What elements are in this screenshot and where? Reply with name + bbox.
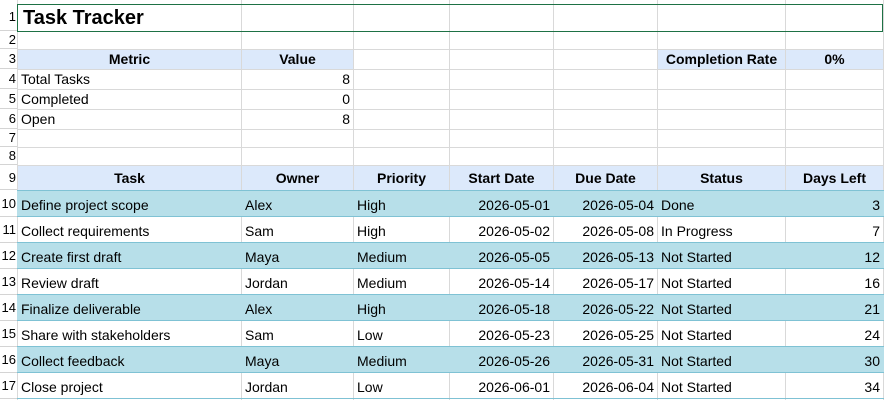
- task-cell[interactable]: Share with stakeholders: [18, 323, 241, 347]
- priority-cell[interactable]: High: [354, 297, 449, 321]
- column-header-due-date[interactable]: Due Date: [554, 166, 657, 190]
- priority-cell[interactable]: High: [354, 219, 449, 243]
- priority-cell[interactable]: Medium: [354, 271, 449, 295]
- row-header[interactable]: 6: [0, 109, 17, 129]
- days-left-cell[interactable]: 12: [786, 245, 883, 269]
- status-cell[interactable]: In Progress: [658, 219, 785, 243]
- task-cell[interactable]: Close project: [18, 375, 241, 399]
- days-left-cell[interactable]: 24: [786, 323, 883, 347]
- row-header[interactable]: 17: [0, 373, 17, 399]
- task-cell[interactable]: Finalize deliverable: [18, 297, 241, 321]
- start-date-cell[interactable]: 2026-05-18: [450, 297, 553, 321]
- summary-metric-header[interactable]: Metric: [18, 50, 241, 69]
- row-header[interactable]: 14: [0, 295, 17, 321]
- summary-metric-cell[interactable]: Completed: [18, 90, 241, 109]
- column-header-owner[interactable]: Owner: [242, 166, 353, 190]
- owner-cell[interactable]: Sam: [242, 323, 353, 347]
- priority-cell[interactable]: Medium: [354, 349, 449, 373]
- summary-value-header[interactable]: Value: [242, 50, 353, 69]
- due-date-cell[interactable]: 2026-05-04: [554, 193, 657, 217]
- due-date-cell[interactable]: 2026-05-17: [554, 271, 657, 295]
- status-cell[interactable]: Not Started: [658, 245, 785, 269]
- start-date-cell[interactable]: 2026-05-23: [450, 323, 553, 347]
- owner-cell[interactable]: Jordan: [242, 375, 353, 399]
- priority-cell[interactable]: Low: [354, 323, 449, 347]
- row-header[interactable]: 3: [0, 49, 17, 69]
- days-left-cell[interactable]: 34: [786, 375, 883, 399]
- days-left-cell[interactable]: 30: [786, 349, 883, 373]
- start-date-cell[interactable]: 2026-06-01: [450, 375, 553, 399]
- due-date-cell[interactable]: 2026-05-13: [554, 245, 657, 269]
- row-header[interactable]: 7: [0, 129, 17, 147]
- summary-value-cell[interactable]: 8: [242, 110, 353, 129]
- owner-cell[interactable]: Sam: [242, 219, 353, 243]
- row-header[interactable]: 9: [0, 165, 17, 190]
- start-date-cell[interactable]: 2026-05-14: [450, 271, 553, 295]
- row-header[interactable]: 2: [0, 31, 17, 49]
- column-header-task[interactable]: Task: [18, 166, 241, 190]
- row-header[interactable]: 13: [0, 269, 17, 295]
- row-header[interactable]: 8: [0, 147, 17, 165]
- start-date-cell[interactable]: 2026-05-05: [450, 245, 553, 269]
- row-header[interactable]: 15: [0, 321, 17, 347]
- summary-value-cell[interactable]: 0: [242, 90, 353, 109]
- owner-cell[interactable]: Alex: [242, 193, 353, 217]
- status-cell[interactable]: Not Started: [658, 375, 785, 399]
- status-cell[interactable]: Not Started: [658, 297, 785, 321]
- owner-cell[interactable]: Alex: [242, 297, 353, 321]
- row-header[interactable]: 12: [0, 243, 17, 269]
- status-cell[interactable]: Not Started: [658, 349, 785, 373]
- task-cell[interactable]: Define project scope: [18, 193, 241, 217]
- summary-metric-cell[interactable]: Total Tasks: [18, 70, 241, 89]
- days-left-cell[interactable]: 7: [786, 219, 883, 243]
- priority-cell[interactable]: Low: [354, 375, 449, 399]
- task-cell[interactable]: Review draft: [18, 271, 241, 295]
- start-date-cell[interactable]: 2026-05-01: [450, 193, 553, 217]
- completion-rate-value[interactable]: 0%: [786, 50, 883, 69]
- gridline: [17, 147, 884, 148]
- start-date-cell[interactable]: 2026-05-02: [450, 219, 553, 243]
- due-date-cell[interactable]: 2026-05-25: [554, 323, 657, 347]
- priority-cell[interactable]: High: [354, 193, 449, 217]
- owner-cell[interactable]: Maya: [242, 245, 353, 269]
- row-header[interactable]: 16: [0, 347, 17, 373]
- task-cell[interactable]: Collect requirements: [18, 219, 241, 243]
- due-date-cell[interactable]: 2026-05-22: [554, 297, 657, 321]
- status-cell[interactable]: Not Started: [658, 271, 785, 295]
- band-border: [17, 190, 884, 191]
- owner-cell[interactable]: Jordan: [242, 271, 353, 295]
- column-header-days-left[interactable]: Days Left: [786, 166, 883, 190]
- gridline: [17, 129, 884, 130]
- row-header[interactable]: 1: [0, 3, 17, 31]
- row-header[interactable]: 10: [0, 191, 17, 217]
- owner-cell[interactable]: Maya: [242, 349, 353, 373]
- summary-value-cell[interactable]: 8: [242, 70, 353, 89]
- row-header[interactable]: 5: [0, 89, 17, 109]
- task-cell[interactable]: Collect feedback: [18, 349, 241, 373]
- due-date-cell[interactable]: 2026-05-31: [554, 349, 657, 373]
- column-header-status[interactable]: Status: [658, 166, 785, 190]
- task-cell[interactable]: Create first draft: [18, 245, 241, 269]
- summary-metric-cell[interactable]: Open: [18, 110, 241, 129]
- status-cell[interactable]: Not Started: [658, 323, 785, 347]
- days-left-cell[interactable]: 16: [786, 271, 883, 295]
- row-header[interactable]: 4: [0, 69, 17, 89]
- start-date-cell[interactable]: 2026-05-26: [450, 349, 553, 373]
- row-header[interactable]: 11: [0, 217, 17, 243]
- completion-rate-label[interactable]: Completion Rate: [658, 50, 785, 69]
- spreadsheet-grid: 1 2 3 4 5 6 7 8 9 10 11 12 13 14 15 16 1…: [0, 0, 884, 400]
- status-cell[interactable]: Done: [658, 193, 785, 217]
- due-date-cell[interactable]: 2026-05-08: [554, 219, 657, 243]
- column-header-start-date[interactable]: Start Date: [450, 166, 553, 190]
- priority-cell[interactable]: Medium: [354, 245, 449, 269]
- column-header-priority[interactable]: Priority: [354, 166, 449, 190]
- days-left-cell[interactable]: 3: [786, 193, 883, 217]
- days-left-cell[interactable]: 21: [786, 297, 883, 321]
- sheet-title[interactable]: Task Tracker: [18, 4, 418, 32]
- due-date-cell[interactable]: 2026-06-04: [554, 375, 657, 399]
